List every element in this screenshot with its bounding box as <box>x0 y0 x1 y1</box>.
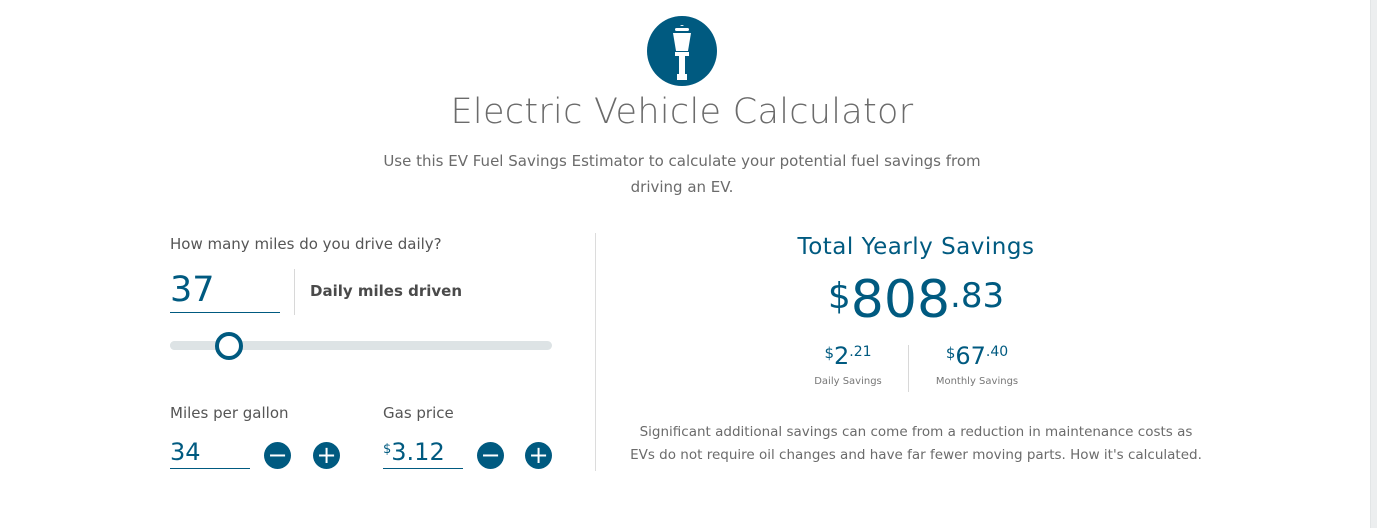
slider-handle[interactable] <box>215 332 243 360</box>
mpg-label: Miles per gallon <box>170 404 289 422</box>
gas-price-value: 3.12 <box>391 438 445 466</box>
total-savings-title: Total Yearly Savings <box>797 234 1035 260</box>
daily-savings-amount: $2.21 <box>788 342 908 370</box>
total-yearly-savings: $808.83 <box>600 270 1232 330</box>
mpg-input[interactable]: 34 <box>170 434 250 469</box>
currency-sign: $ <box>824 344 834 362</box>
mpg-plus-button[interactable]: + <box>313 442 340 469</box>
results-panel: Total Yearly Savings $808.83 $2.21 Daily… <box>600 232 1232 472</box>
daily-savings-label: Daily Savings <box>814 376 882 387</box>
daily-miles-input[interactable]: 37 <box>170 268 280 313</box>
savings-note: Significant additional savings can come … <box>630 421 1202 467</box>
daily-miles-slider[interactable] <box>170 332 552 360</box>
daily-miles-unit-label: Daily miles driven <box>310 282 462 300</box>
mpg-minus-button[interactable]: − <box>264 442 291 469</box>
monthly-savings-amount: $67.40 <box>917 342 1037 370</box>
page-title: Electric Vehicle Calculator <box>450 92 914 132</box>
divider <box>294 269 295 315</box>
page-scrollbar[interactable] <box>1370 0 1377 528</box>
daily-miles-question: How many miles do you drive daily? <box>170 235 442 253</box>
minus-icon: − <box>480 441 501 469</box>
street-lamp-icon <box>647 16 717 86</box>
gas-price-label: Gas price <box>383 404 454 422</box>
currency-sign: $ <box>383 442 392 457</box>
gas-price-input[interactable]: $3.12 <box>383 434 463 469</box>
daily-cents: .21 <box>849 344 872 360</box>
how-calculated-link[interactable]: How it's calculated. <box>1070 447 1202 463</box>
page-subtitle: Use this EV Fuel Savings Estimator to ca… <box>383 152 981 196</box>
monthly-savings-label: Monthly Savings <box>935 376 1019 387</box>
monthly-whole: 67 <box>955 342 986 370</box>
plus-icon: + <box>316 441 337 469</box>
monthly-cents: .40 <box>985 344 1009 360</box>
daily-whole: 2 <box>834 342 850 370</box>
gas-price-minus-button[interactable]: − <box>477 442 504 469</box>
currency-sign: $ <box>827 276 851 317</box>
gas-price-plus-button[interactable]: + <box>525 442 552 469</box>
total-cents: .83 <box>950 276 1005 316</box>
plus-icon: + <box>528 441 549 469</box>
minus-icon: − <box>267 441 288 469</box>
panel-divider <box>595 233 596 471</box>
total-whole: 808 <box>850 270 951 330</box>
divider <box>908 345 909 392</box>
inputs-panel: How many miles do you drive daily? 37 Da… <box>170 232 555 472</box>
currency-sign: $ <box>945 344 956 362</box>
